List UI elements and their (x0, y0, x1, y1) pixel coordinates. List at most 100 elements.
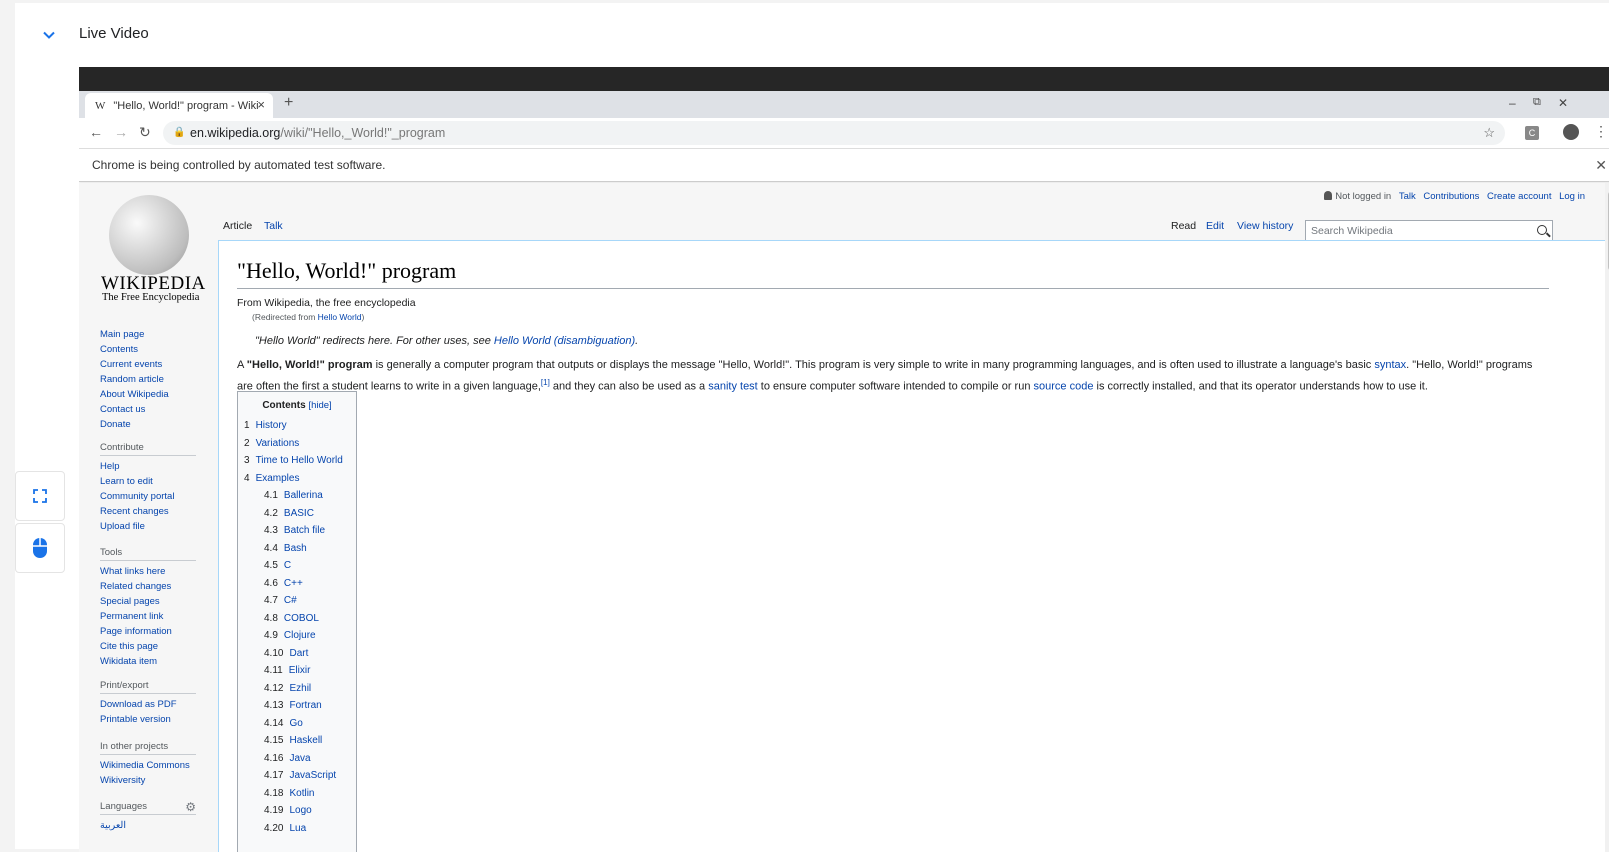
sidebar-link[interactable]: Community portal (100, 489, 220, 504)
user-talk-link[interactable]: Talk (1399, 191, 1416, 202)
sidebar-link[interactable]: Printable version (100, 712, 220, 727)
toc-item[interactable]: 2 Variations (244, 435, 350, 453)
sidebar-link[interactable]: Donate (100, 417, 220, 432)
sidebar-link[interactable]: Permanent link (100, 609, 220, 624)
toc-item[interactable]: 4.20 Lua (244, 820, 350, 838)
toc-item[interactable]: 4.3 Batch file (244, 522, 350, 540)
bookmark-star-icon[interactable]: ☆ (1483, 121, 1495, 145)
fullscreen-button[interactable] (15, 471, 65, 521)
sidebar-link[interactable]: Help (100, 459, 220, 474)
toc-label[interactable]: Variations (256, 438, 300, 449)
toc-item[interactable]: 4.11 Elixir (244, 662, 350, 680)
extension-icon[interactable]: C (1525, 126, 1539, 140)
toc-item[interactable]: 4.6 C++ (244, 575, 350, 593)
search-input[interactable]: Search Wikipedia (1305, 220, 1553, 242)
sidebar-link[interactable]: Contents (100, 342, 220, 357)
toc-label[interactable]: Ballerina (284, 490, 323, 501)
profile-icon[interactable] (1563, 124, 1579, 140)
toc-item[interactable]: 4.1 Ballerina (244, 487, 350, 505)
toc-item[interactable]: 4 Examples (244, 470, 350, 488)
minimize-icon[interactable]: – (1509, 96, 1516, 110)
toc-label[interactable]: Elixir (289, 665, 311, 676)
toc-item[interactable]: 4.13 Fortran (244, 697, 350, 715)
source-code-link[interactable]: source code (1034, 381, 1094, 393)
toc-label[interactable]: C# (284, 595, 297, 606)
toc-item[interactable]: 4.18 Kotlin (244, 785, 350, 803)
sidebar-link[interactable]: Related changes (100, 579, 220, 594)
toc-label[interactable]: Java (289, 753, 310, 764)
toc-item[interactable]: 4.17 JavaScript (244, 767, 350, 785)
new-tab-icon[interactable]: + (284, 94, 293, 112)
toc-label[interactable]: Dart (289, 648, 308, 659)
toc-hide-link[interactable]: [hide] (308, 400, 331, 411)
toc-label[interactable]: Haskell (289, 735, 322, 746)
redirect-link[interactable]: Hello World (318, 312, 362, 322)
syntax-link[interactable]: syntax (1374, 359, 1406, 371)
sidebar-link[interactable]: Learn to edit (100, 474, 220, 489)
infobar-close-icon[interactable]: ✕ (1595, 149, 1607, 182)
sidebar-link[interactable]: Download as PDF (100, 697, 220, 712)
address-bar[interactable]: 🔒 en.wikipedia.org/wiki/"Hello,_World!"_… (163, 121, 1505, 145)
toc-label[interactable]: Kotlin (289, 788, 314, 799)
toc-label[interactable]: Go (289, 718, 302, 729)
toc-label[interactable]: JavaScript (289, 770, 336, 781)
sidebar-link[interactable]: Current events (100, 357, 220, 372)
toc-label[interactable]: Batch file (284, 525, 325, 536)
sidebar-link[interactable]: Wikidata item (100, 654, 220, 669)
sidebar-link[interactable]: Wikiversity (100, 773, 220, 788)
sidebar-link[interactable]: Main page (100, 327, 220, 342)
toc-item[interactable]: 4.15 Haskell (244, 732, 350, 750)
search-icon[interactable] (1537, 225, 1547, 235)
chevron-down-icon[interactable] (41, 27, 57, 43)
sidebar-link[interactable]: Cite this page (100, 639, 220, 654)
toc-label[interactable]: BASIC (284, 508, 314, 519)
sidebar-link[interactable]: What links here (100, 564, 220, 579)
reload-icon[interactable]: ↻ (139, 124, 151, 141)
toc-label[interactable]: Ezhil (289, 683, 311, 694)
sidebar-link[interactable]: Random article (100, 372, 220, 387)
reference-link[interactable]: [1] (541, 378, 550, 387)
tab-view-history[interactable]: View history (1237, 220, 1293, 240)
tab-article[interactable]: Article (223, 220, 252, 240)
browser-menu-icon[interactable]: ⋮ (1594, 123, 1608, 140)
toc-label[interactable]: Bash (284, 543, 307, 554)
toc-item[interactable]: 4.7 C# (244, 592, 350, 610)
page-scrollbar[interactable] (1605, 183, 1609, 852)
toc-label[interactable]: Clojure (284, 630, 316, 641)
sidebar-link[interactable]: About Wikipedia (100, 387, 220, 402)
back-icon[interactable]: ← (89, 124, 103, 140)
remote-screen[interactable]: W "Hello, World!" program - Wikipedia × … (79, 67, 1609, 852)
toc-item[interactable]: 4.16 Java (244, 750, 350, 768)
wikipedia-globe-logo[interactable] (109, 195, 189, 275)
toc-label[interactable]: Lua (289, 823, 306, 834)
sidebar-link[interactable]: Page information (100, 624, 220, 639)
toc-item[interactable]: 4.8 COBOL (244, 610, 350, 628)
sidebar-link[interactable]: Wikimedia Commons (100, 758, 220, 773)
tab-read[interactable]: Read (1171, 220, 1196, 240)
browser-tab[interactable]: W "Hello, World!" program - Wikipedia × (85, 93, 273, 118)
toc-item[interactable]: 4.10 Dart (244, 645, 350, 663)
toc-item[interactable]: 4.14 Go (244, 715, 350, 733)
toc-item[interactable]: 3 Time to Hello World (244, 452, 350, 470)
toc-label[interactable]: History (256, 420, 287, 431)
toc-label[interactable]: Examples (256, 473, 300, 484)
toc-item[interactable]: 4.2 BASIC (244, 505, 350, 523)
toc-item[interactable]: 4.9 Clojure (244, 627, 350, 645)
contributions-link[interactable]: Contributions (1423, 191, 1479, 202)
gear-icon[interactable]: ⚙ (185, 799, 196, 815)
forward-icon[interactable]: → (114, 124, 128, 140)
toc-item[interactable]: 1 History (244, 417, 350, 435)
toc-item[interactable]: 4.5 C (244, 557, 350, 575)
toc-label[interactable]: Logo (289, 805, 311, 816)
disambiguation-link[interactable]: Hello World (disambiguation) (494, 335, 635, 347)
log-in-link[interactable]: Log in (1559, 191, 1585, 202)
sidebar-link[interactable]: Contact us (100, 402, 220, 417)
sidebar-link[interactable]: Recent changes (100, 504, 220, 519)
toc-label[interactable]: Fortran (289, 700, 321, 711)
toc-label[interactable]: C++ (284, 578, 303, 589)
tab-talk[interactable]: Talk (264, 220, 283, 240)
toc-label[interactable]: Time to Hello World (256, 455, 343, 466)
sanity-test-link[interactable]: sanity test (708, 381, 758, 393)
sidebar-link[interactable]: Special pages (100, 594, 220, 609)
mouse-control-button[interactable] (15, 523, 65, 573)
